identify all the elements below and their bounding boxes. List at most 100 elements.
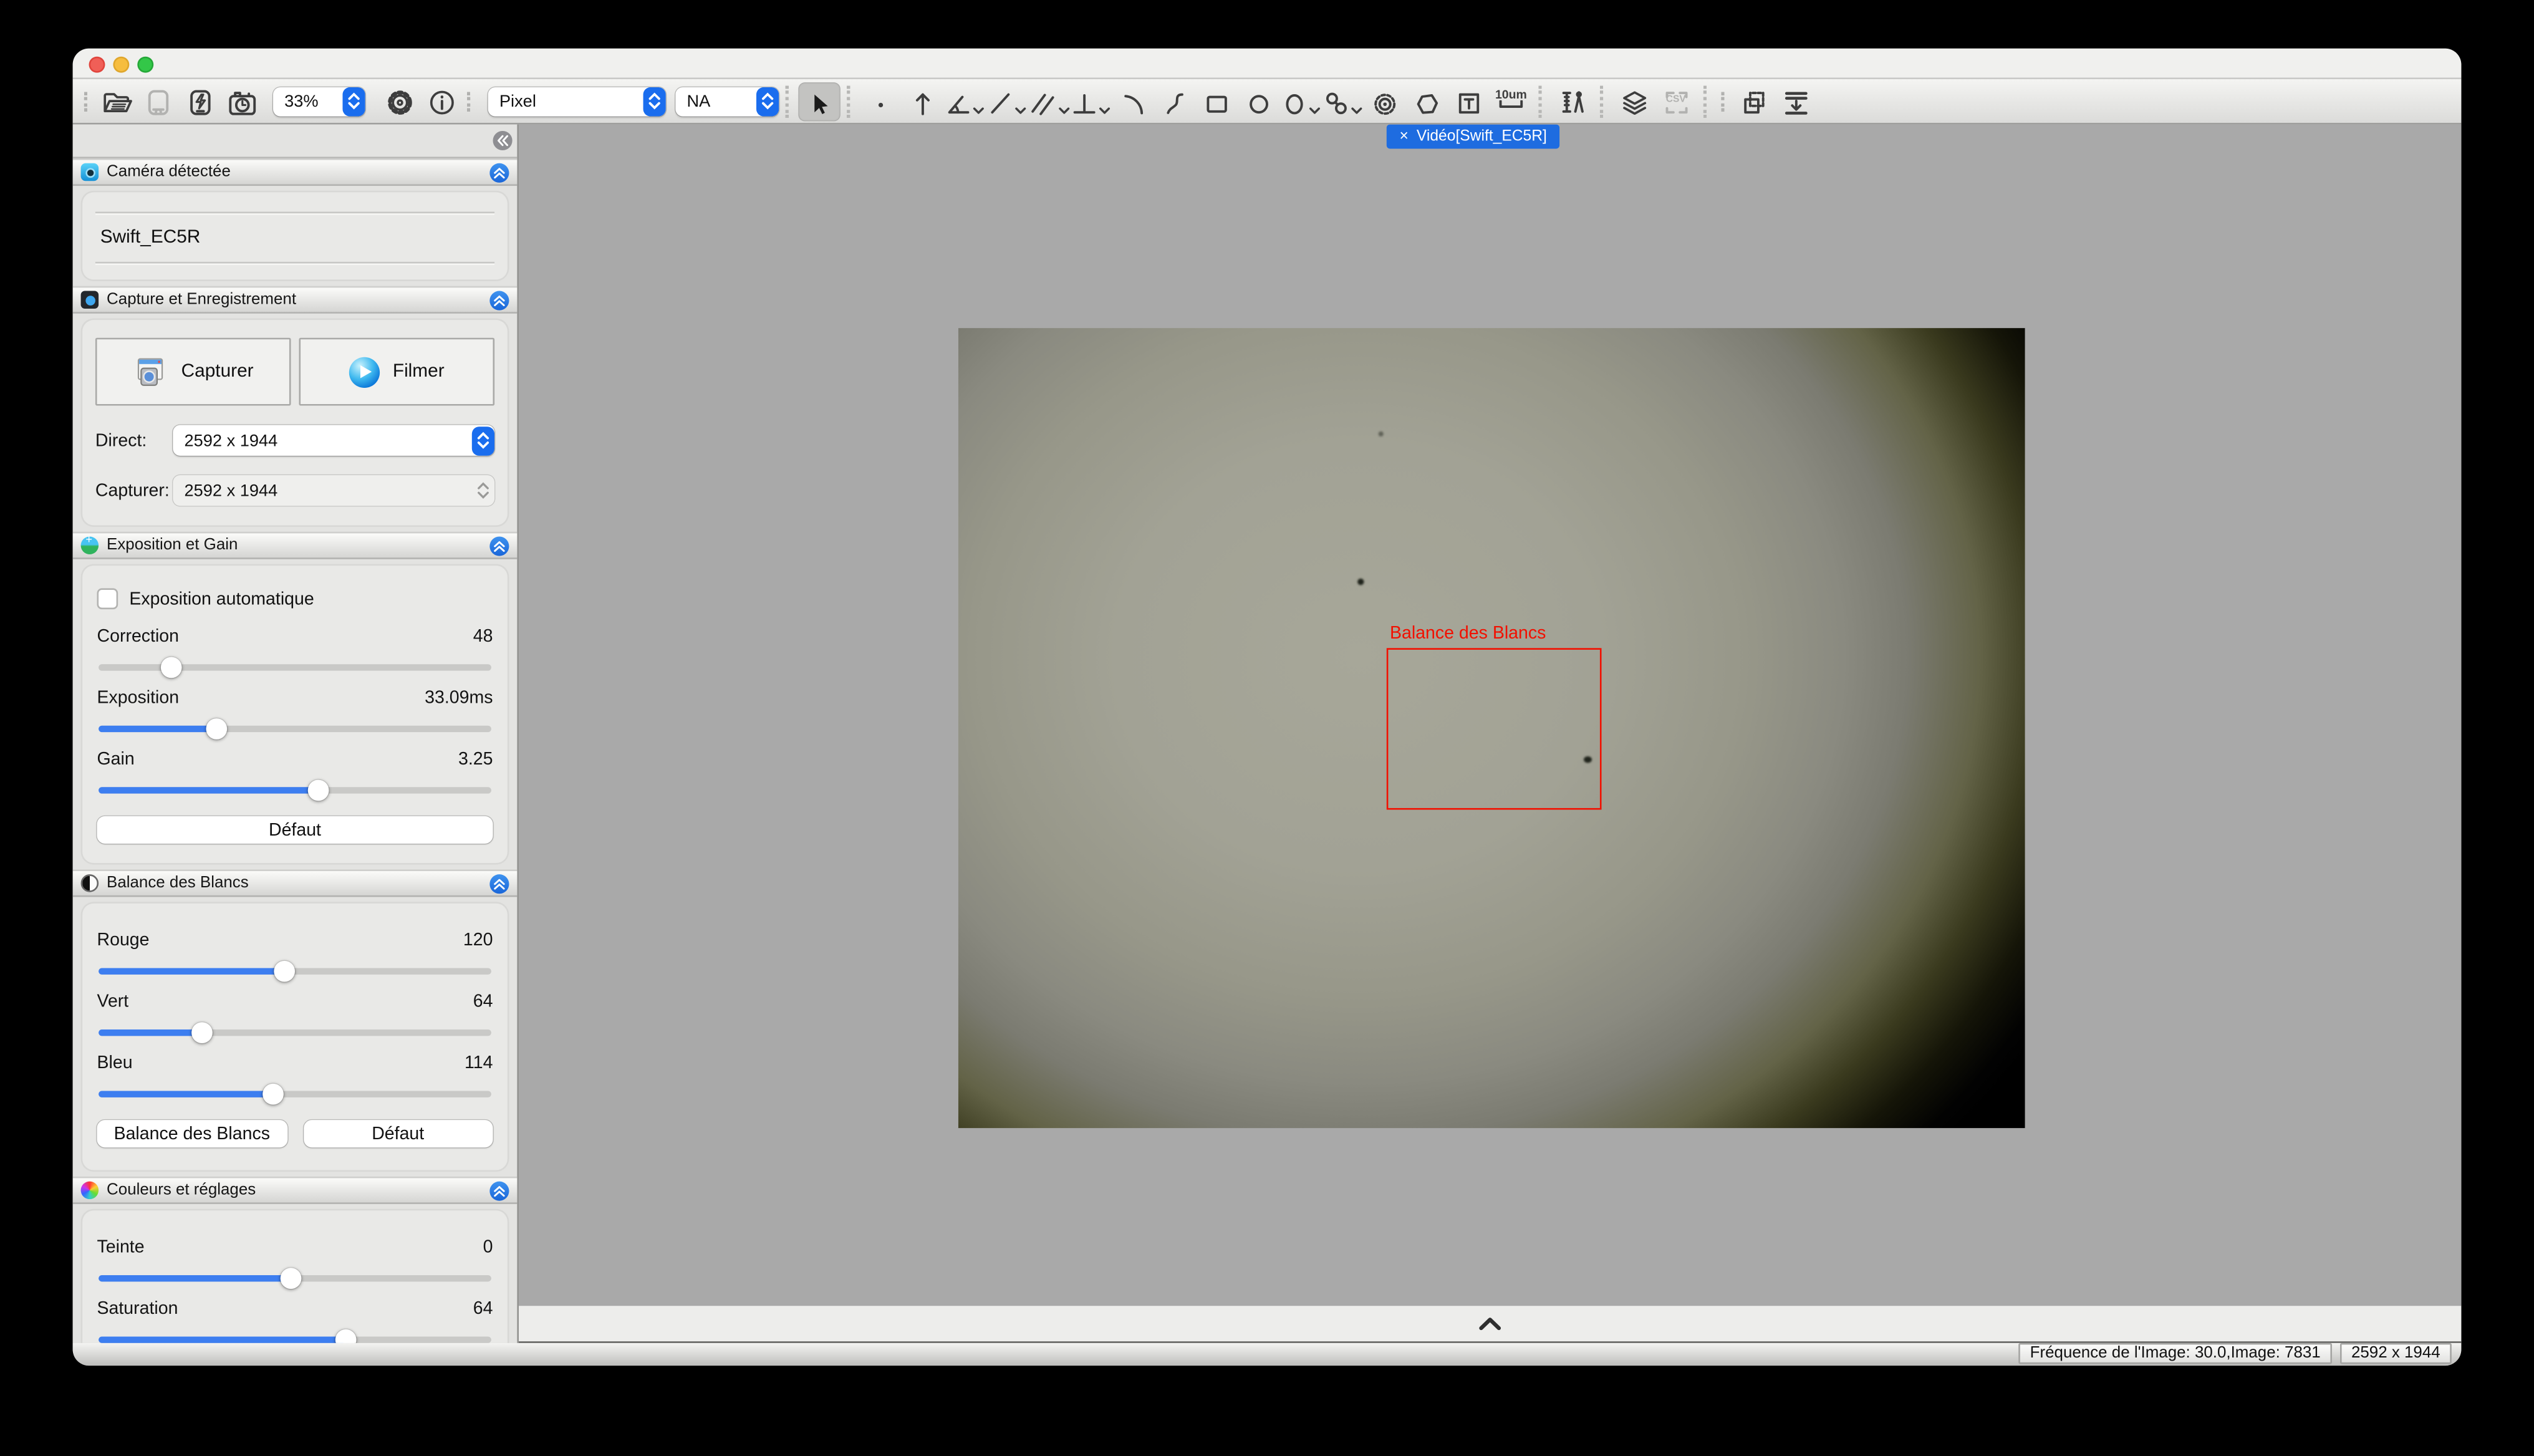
na-select[interactable]: NA [675,87,779,116]
record-video-button[interactable]: Filmer [299,338,494,406]
live-resolution-label: Direct: [95,431,173,450]
circle-tool-button[interactable] [1238,82,1279,120]
copy-icon [1740,88,1767,115]
red-value: 120 [463,931,493,950]
double-chevron-up-icon [493,1184,506,1197]
blue-slider[interactable] [99,1091,491,1097]
layers-icon [1620,88,1647,115]
scale-bar-tool-button[interactable]: 10um [1490,82,1532,120]
colors-panel: Teinte 0 Saturation 64 Luminosité [81,1209,509,1343]
live-resolution-select[interactable]: 2592 x 1944 [173,425,494,456]
measure-tools-button[interactable] [1551,82,1593,120]
detected-camera-name[interactable]: Swift_EC5R [95,213,494,262]
auto-exposure-checkbox[interactable] [97,588,118,609]
collapse-panel-button[interactable] [489,1180,509,1200]
layers-button[interactable] [1613,82,1655,120]
slider-thumb[interactable] [161,657,182,678]
info-button[interactable] [420,82,462,120]
toolbar-drag-handle [467,91,473,110]
arrow-tool-button[interactable] [902,82,943,120]
green-slider[interactable] [99,1029,491,1036]
zoom-level-select[interactable]: 33% [273,87,365,116]
copy-button[interactable] [1732,82,1774,120]
ellipse-tool-button[interactable] [1280,82,1322,120]
linked-circles-tool-button[interactable] [1322,82,1364,120]
microscope-live-image[interactable]: Balance des Blancs [958,328,2025,1128]
gain-slider[interactable] [99,787,491,793]
chevron-up-icon [1479,1317,1501,1330]
frame-info-status: Fréquence de l'Image: 30.0,Image: 7831 [2019,1343,2332,1364]
toolbar-separator [1703,85,1710,117]
panel-title: Balance des Blancs [107,874,481,892]
panel-header-capture[interactable]: Capture et Enregistrement [73,286,518,314]
minimize-window-button[interactable] [113,57,129,73]
panel-title: Capture et Enregistrement [107,291,481,309]
saturation-slider[interactable] [99,1336,491,1343]
angle-tool-button[interactable] [944,82,986,120]
collapse-panel-button[interactable] [489,874,509,893]
capture-resolution-select[interactable]: 2592 x 1944 [173,475,494,506]
close-tab-icon[interactable]: × [1400,128,1409,146]
collapse-panel-button[interactable] [489,536,509,555]
circle-icon [1246,90,1271,115]
collapse-sidebar-button[interactable] [493,131,513,150]
rectangle-tool-button[interactable] [1196,82,1238,120]
canvas-column: Balance des Blancs × Vidéo[Swift_EC5R] [519,125,2461,1343]
line-tool-button[interactable] [986,82,1028,120]
slider-thumb[interactable] [192,1022,213,1043]
annulus-tool-button[interactable] [1364,82,1406,120]
main-area: Caméra détectée Swift_EC5R Capture et En… [73,125,2462,1343]
collapse-panel-button[interactable] [489,290,509,309]
slider-thumb[interactable] [206,718,227,740]
video-tab[interactable]: × Vidéo[Swift_EC5R] [1387,125,1560,149]
pointer-tool-button[interactable] [798,82,840,120]
panel-header-white-balance[interactable]: Balance des Blancs [73,869,518,897]
parallel-lines-tool-button[interactable] [1028,82,1069,120]
video-canvas[interactable]: Balance des Blancs × Vidéo[Swift_EC5R] [519,125,2461,1306]
arc-tool-button[interactable] [1112,82,1154,120]
white-balance-default-button[interactable]: Défaut [303,1120,493,1147]
point-tool-button[interactable] [860,82,902,120]
status-bar: Fréquence de l'Image: 30.0,Image: 7831 2… [73,1343,2462,1366]
correction-slider[interactable] [99,664,491,670]
double-chevron-up-icon [493,166,506,179]
exposure-slider[interactable] [99,726,491,732]
panel-header-camera[interactable]: Caméra détectée [73,158,518,186]
save-icon [147,88,170,115]
white-balance-roi-rect[interactable] [1387,648,1602,809]
white-balance-button[interactable]: Balance des Blancs [97,1120,287,1147]
red-slider[interactable] [99,968,491,975]
export-button[interactable] [1775,82,1816,120]
open-file-button[interactable] [95,82,137,120]
perpendicular-tool-button[interactable] [1070,82,1112,120]
zoom-window-button[interactable] [137,57,153,73]
capture-photo-button[interactable]: Capturer [95,338,291,406]
fast-save-button[interactable] [180,82,221,120]
panel-header-colors[interactable]: Couleurs et réglages [73,1177,518,1204]
bottom-panel-toggle[interactable] [519,1306,2461,1343]
green-value: 64 [473,992,493,1011]
text-tool-button[interactable] [1448,82,1490,120]
saturation-value: 64 [473,1299,493,1319]
hue-slider[interactable] [99,1275,491,1281]
settings-button[interactable] [378,82,420,120]
collapse-panel-button[interactable] [489,162,509,181]
unit-select[interactable]: Pixel [488,87,666,116]
slider-thumb[interactable] [274,961,296,982]
timed-capture-button[interactable] [221,82,263,120]
arrow-up-icon [910,90,935,115]
csv-export-button[interactable]: CSV [1655,82,1697,120]
polygon-tool-button[interactable] [1406,82,1448,120]
save-button[interactable] [137,82,179,120]
white-balance-roi-label: Balance des Blancs [1390,624,1546,643]
toolbar-separator [1538,85,1544,117]
slider-thumb[interactable] [263,1084,284,1105]
slider-thumb[interactable] [308,780,329,801]
slider-thumb[interactable] [335,1329,357,1343]
curve-tool-button[interactable] [1154,82,1196,120]
toolbar-separator [1600,85,1606,117]
slider-thumb[interactable] [281,1268,302,1289]
exposure-default-button[interactable]: Défaut [97,816,493,844]
close-window-button[interactable] [89,57,105,73]
panel-header-exposure[interactable]: Exposition et Gain [73,532,518,559]
